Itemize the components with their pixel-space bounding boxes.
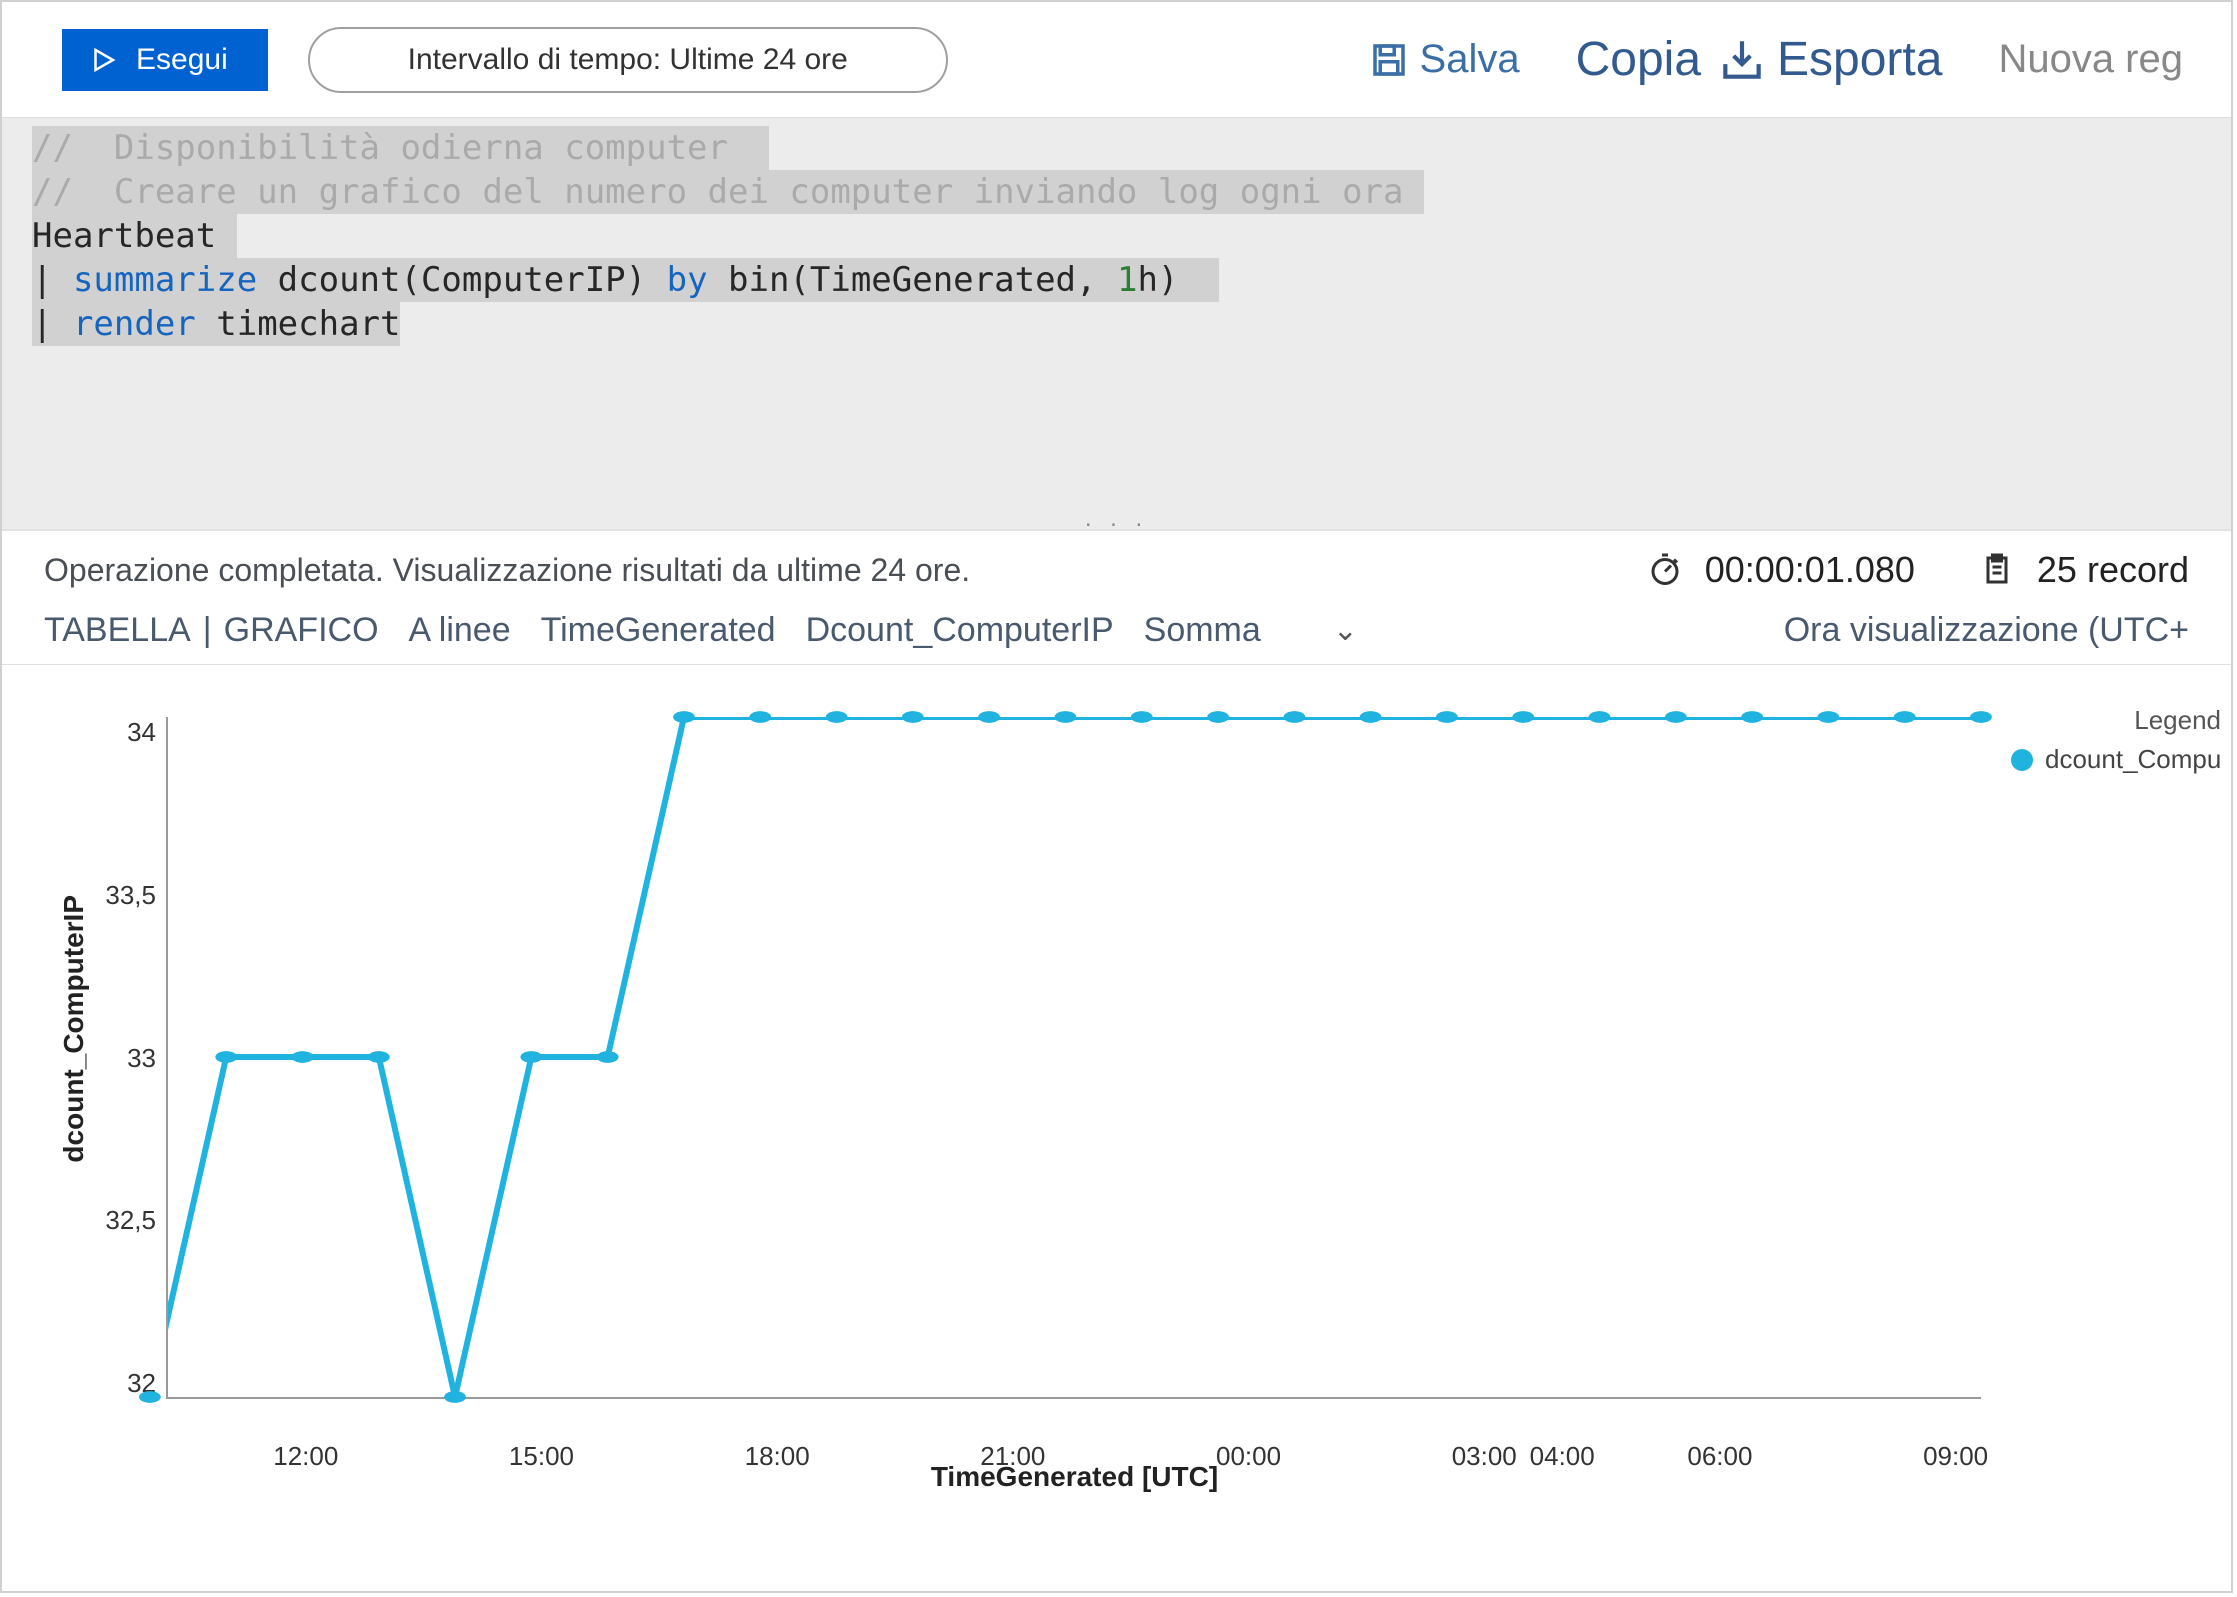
chart-type-select[interactable]: A linee xyxy=(409,611,511,650)
code-comment: Creare un grafico del numero dei compute… xyxy=(114,172,1404,212)
aggregation-select[interactable]: Somma xyxy=(1144,611,1261,650)
run-button[interactable]: Esegui xyxy=(62,29,268,91)
legend-title: Legend xyxy=(2011,705,2221,736)
code-comment: // xyxy=(32,128,114,168)
y-column-select[interactable]: Dcount_ComputerIP xyxy=(806,611,1114,650)
save-icon xyxy=(1368,39,1410,81)
timezone-select[interactable]: Ora visualizzazione (UTC+ xyxy=(1784,611,2189,650)
new-rule-label: Nuova reg xyxy=(1998,37,2183,82)
save-button[interactable]: Salva xyxy=(1360,33,1528,86)
code-keyword: summarize xyxy=(73,260,257,300)
chart-plot[interactable]: 12:0015:0018:0021:0000:0003:0004:0006:00… xyxy=(166,717,1981,1399)
tab-chart[interactable]: GRAFICO xyxy=(224,611,379,650)
code-number: 1 xyxy=(1117,260,1137,300)
export-label: Esporta xyxy=(1777,32,1942,87)
chevron-down-icon[interactable]: ⌄ xyxy=(1333,613,1358,648)
clipboard-icon xyxy=(1979,552,2015,588)
save-label: Salva xyxy=(1420,37,1520,82)
code-keyword: render xyxy=(73,304,196,344)
code-keyword: by xyxy=(667,260,708,300)
code-text: dcount(ComputerIP) xyxy=(257,260,666,300)
code-pipe: | xyxy=(32,304,73,344)
code-text: bin(TimeGenerated, xyxy=(708,260,1117,300)
tab-table[interactable]: TABELLA xyxy=(44,611,191,650)
query-editor[interactable]: // Disponibilità odierna computer // Cre… xyxy=(2,117,2231,517)
code-text: timechart xyxy=(196,304,401,344)
code-table: Heartbeat xyxy=(32,216,216,256)
stopwatch-icon xyxy=(1647,552,1683,588)
legend-series-label: dcount_Compu xyxy=(2045,744,2221,775)
export-icon xyxy=(1717,35,1767,85)
y-axis-ticks: 3433,53332,532 xyxy=(90,695,166,1465)
time-range-label: Intervallo di tempo: Ultime 24 ore xyxy=(408,43,848,76)
chart-area: dcount_ComputerIP 3433,53332,532 12:0015… xyxy=(2,665,2231,1475)
legend-swatch-icon xyxy=(2011,749,2033,771)
code-text: h) xyxy=(1137,260,1219,300)
play-icon xyxy=(88,45,118,75)
legend-entry[interactable]: dcount_Compu xyxy=(2011,744,2221,775)
copy-button[interactable]: Copia xyxy=(1568,28,1709,91)
status-records: 25 record xyxy=(2037,549,2189,591)
time-range-picker[interactable]: Intervallo di tempo: Ultime 24 ore xyxy=(308,27,948,93)
pane-splitter[interactable]: . . . xyxy=(2,517,2231,531)
x-column-select[interactable]: TimeGenerated xyxy=(541,611,776,650)
run-label: Esegui xyxy=(136,43,228,77)
x-axis-label: TimeGenerated [UTC] xyxy=(168,1461,1981,1493)
y-axis-label: dcount_ComputerIP xyxy=(52,895,90,1163)
new-rule-button[interactable]: Nuova reg xyxy=(1990,33,2191,86)
tab-separator: | xyxy=(203,611,212,650)
code-comment: // xyxy=(32,172,114,212)
chart-legend: Legend dcount_Compu xyxy=(1981,695,2221,1465)
toolbar: Esegui Intervallo di tempo: Ultime 24 or… xyxy=(2,2,2231,117)
status-bar: Operazione completata. Visualizzazione r… xyxy=(2,531,2231,603)
status-message: Operazione completata. Visualizzazione r… xyxy=(44,552,970,589)
status-duration: 00:00:01.080 xyxy=(1705,549,1915,591)
code-comment: Disponibilità odierna computer xyxy=(114,128,728,168)
copy-label: Copia xyxy=(1576,32,1701,87)
export-button[interactable]: Esporta xyxy=(1709,28,1950,91)
results-config-row: TABELLA | GRAFICO A linee TimeGenerated … xyxy=(2,603,2231,665)
code-pipe: | xyxy=(32,260,73,300)
